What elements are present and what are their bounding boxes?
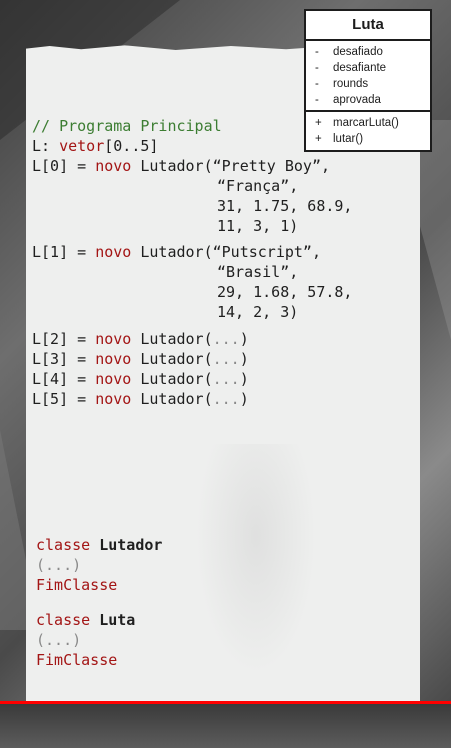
code-token: Lutador( (131, 350, 213, 368)
code-token: L[0] = (32, 157, 96, 175)
code-token: L: (32, 137, 60, 155)
keyword-token: vetor (59, 137, 105, 155)
keyword-token: FimClasse (36, 576, 118, 594)
uml-class-box: Luta - desafiado - desafiante - rounds - apr… (304, 9, 432, 152)
code-token: ) (239, 370, 249, 388)
visibility-mark: + (315, 117, 322, 129)
code-token: ) (239, 330, 249, 348)
class-luta-header: classe Luta (36, 611, 135, 631)
ellipsis-token: ... (212, 330, 240, 348)
code-line-l0: L[0] = novo Lutador(“Pretty Boy”, (32, 157, 330, 177)
code-token: “Putscript”, (212, 243, 321, 261)
ellipsis-token: ... (212, 350, 240, 368)
code-token: Lutador( (131, 157, 213, 175)
ellipsis-token: ... (212, 370, 240, 388)
ellipsis-token: (...) (36, 631, 82, 649)
attribute-name: desafiante (333, 62, 387, 74)
class-luta-end: FimClasse (36, 651, 117, 671)
keyword-token: classe (36, 611, 100, 629)
uml-attribute: - rounds (315, 76, 430, 92)
keyword-token: classe (36, 536, 100, 554)
class-name: Lutador (99, 536, 163, 554)
ellipsis-token: (...) (36, 556, 82, 574)
keyword-token: novo (95, 157, 132, 175)
code-token: 14, 2, 3) (217, 303, 299, 321)
visibility-mark: - (315, 94, 319, 106)
visibility-mark: - (315, 78, 319, 90)
code-line-l5: L[5] = novo Lutador(...) (32, 390, 249, 410)
video-controls-area (0, 704, 451, 748)
code-token: Lutador( (131, 243, 213, 261)
uml-attributes: - desafiado - desafiante - rounds - aprovada (306, 41, 430, 112)
uml-method: + lutar() (315, 131, 430, 147)
attribute-name: rounds (333, 78, 369, 90)
keyword-token: novo (95, 243, 132, 261)
code-token: 29, 1.68, 57.8, (217, 283, 353, 301)
code-token: 11, 3, 1) (217, 217, 299, 235)
code-line-l1-arg2: “Brasil”, (217, 263, 298, 283)
code-line-l1-arg4: 14, 2, 3) (217, 303, 298, 323)
code-token: Lutador( (131, 390, 213, 408)
uml-attribute: - desafiado (315, 44, 430, 60)
keyword-token: FimClasse (36, 651, 118, 669)
code-token: “França”, (217, 177, 299, 195)
attribute-name: aprovada (333, 94, 381, 106)
code-line-l1-arg3: 29, 1.68, 57.8, (217, 283, 352, 303)
code-token: L[2] = (32, 330, 96, 348)
code-token: “Pretty Boy”, (212, 157, 331, 175)
code-token: L[5] = (32, 390, 96, 408)
code-line-l0-arg4: 11, 3, 1) (217, 217, 298, 237)
code-token: L[3] = (32, 350, 96, 368)
code-token: 31, 1.75, 68.9, (217, 197, 353, 215)
visibility-mark: - (315, 46, 319, 58)
code-token: L[4] = (32, 370, 96, 388)
keyword-token: novo (95, 330, 132, 348)
code-line-l3: L[3] = novo Lutador(...) (32, 350, 249, 370)
keyword-token: novo (95, 370, 132, 388)
class-lutador-header: classe Lutador (36, 536, 162, 556)
code-token: “Brasil”, (217, 263, 299, 281)
visibility-mark: + (315, 133, 322, 145)
uml-attribute: - desafiante (315, 60, 430, 76)
uml-class-title: Luta (306, 11, 430, 41)
faded-figure (196, 444, 316, 674)
comment-text: // Programa Principal (32, 117, 222, 135)
ellipsis-token: ... (212, 390, 240, 408)
code-token: [0..5] (104, 137, 159, 155)
code-token: L[1] = (32, 243, 96, 261)
code-line-comment: // Programa Principal (32, 117, 222, 137)
code-line-vector-declaration: L: vetor[0..5] (32, 137, 158, 157)
code-token: ) (239, 350, 249, 368)
class-lutador-end: FimClasse (36, 576, 117, 596)
code-line-l0-arg3: 31, 1.75, 68.9, (217, 197, 352, 217)
code-token: ) (239, 390, 249, 408)
code-token: Lutador( (131, 330, 213, 348)
class-luta-body: (...) (36, 631, 81, 651)
keyword-token: novo (95, 390, 132, 408)
attribute-name: desafiado (333, 46, 383, 58)
visibility-mark: - (315, 62, 319, 74)
code-line-l4: L[4] = novo Lutador(...) (32, 370, 249, 390)
method-name: lutar() (333, 133, 364, 145)
class-name: Luta (99, 611, 136, 629)
code-token: Lutador( (131, 370, 213, 388)
code-line-l1: L[1] = novo Lutador(“Putscript”, (32, 243, 321, 263)
uml-method: + marcarLuta() (315, 115, 430, 131)
class-lutador-body: (...) (36, 556, 81, 576)
keyword-token: novo (95, 350, 132, 368)
code-line-l2: L[2] = novo Lutador(...) (32, 330, 249, 350)
uml-methods: + marcarLuta() + lutar() (306, 112, 430, 147)
uml-attribute: - aprovada (315, 92, 430, 108)
code-line-l0-arg2: “França”, (217, 177, 298, 197)
method-name: marcarLuta() (333, 117, 399, 129)
